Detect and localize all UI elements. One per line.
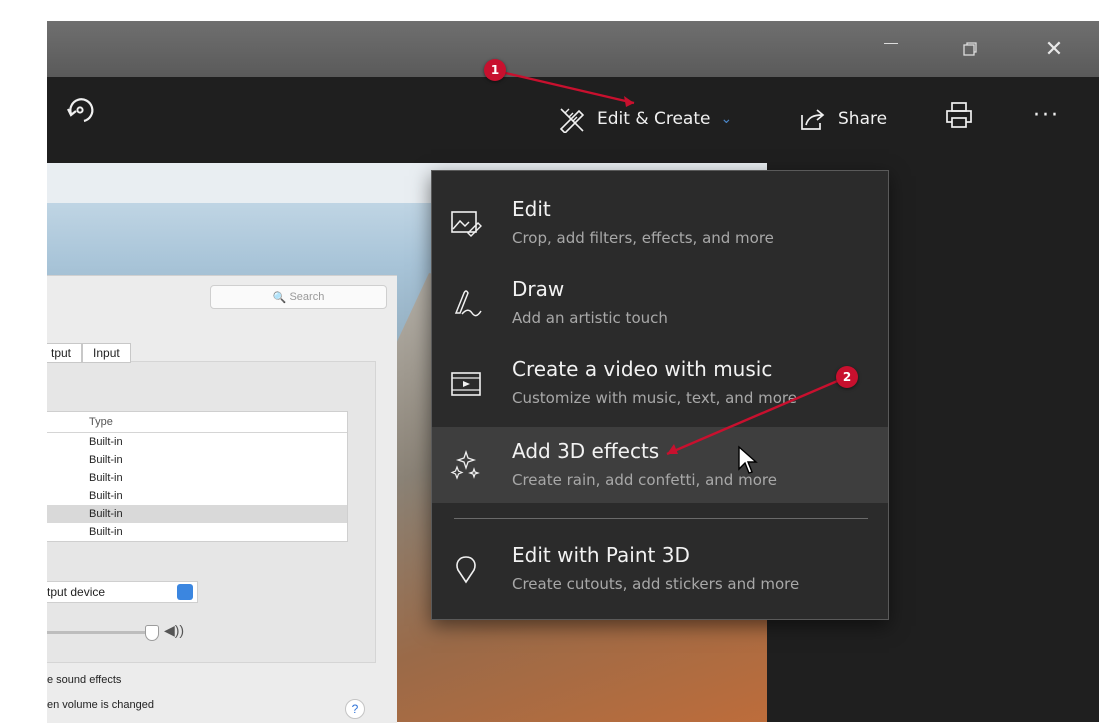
menu-item-title: Edit with Paint 3D bbox=[512, 543, 690, 567]
tab-input[interactable]: Input bbox=[82, 343, 131, 363]
sound-tabs: tput Input bbox=[47, 343, 131, 363]
restore-button[interactable] bbox=[942, 21, 998, 77]
more-options-button[interactable]: ··· bbox=[1033, 100, 1060, 130]
edit-create-menu: Edit Crop, add filters, effects, and mor… bbox=[431, 170, 889, 620]
annotation-badge-2: 2 bbox=[836, 366, 858, 388]
table-row[interactable]: Built-in bbox=[47, 469, 347, 487]
menu-item-edit-paint3d[interactable]: Edit with Paint 3D Create cutouts, add s… bbox=[432, 531, 888, 607]
edit-create-button[interactable]: Edit & Create ⌄ bbox=[557, 104, 732, 134]
print-button[interactable] bbox=[944, 100, 984, 130]
table-row[interactable]: Built-in bbox=[47, 523, 347, 541]
table-row[interactable]: Built-in bbox=[47, 487, 347, 505]
close-button[interactable]: ✕ bbox=[1026, 21, 1082, 77]
annotation-badge-1: 1 bbox=[484, 59, 506, 81]
table-row[interactable]: Built-in bbox=[47, 451, 347, 469]
title-bar: ✕ bbox=[47, 21, 1099, 77]
sound-settings-window: 🔍 Search tput Input Type Built-in Built-… bbox=[47, 275, 397, 723]
menu-item-create-video[interactable]: Create a video with music Customize with… bbox=[432, 345, 888, 421]
help-button[interactable]: ? bbox=[345, 699, 365, 719]
menu-divider bbox=[454, 518, 868, 519]
share-icon bbox=[801, 109, 825, 130]
menu-item-add-3d-effects[interactable]: Add 3D effects Create rain, add confetti… bbox=[432, 427, 888, 503]
select-stepper-icon[interactable] bbox=[177, 584, 193, 600]
table-row-selected[interactable]: Built-in bbox=[47, 505, 347, 523]
menu-item-draw[interactable]: Draw Add an artistic touch bbox=[432, 265, 888, 341]
speaker-icon: ◀)) bbox=[164, 622, 185, 638]
rotate-icon[interactable] bbox=[62, 92, 98, 128]
menu-item-title: Draw bbox=[512, 277, 565, 301]
table-header-type: Type bbox=[47, 412, 347, 433]
more-icon: ··· bbox=[1033, 102, 1060, 128]
edit-create-label: Edit & Create bbox=[597, 109, 711, 129]
restore-icon bbox=[963, 42, 977, 56]
volume-slider-handle[interactable] bbox=[145, 625, 159, 641]
print-icon bbox=[946, 102, 972, 128]
sparkle-3d-icon bbox=[450, 449, 480, 480]
close-icon: ✕ bbox=[1044, 36, 1064, 62]
minimize-button[interactable] bbox=[863, 21, 919, 77]
menu-item-title: Create a video with music bbox=[512, 357, 773, 381]
edit-create-icon bbox=[559, 108, 585, 133]
mouse-cursor-icon bbox=[738, 445, 758, 474]
share-button[interactable]: Share bbox=[800, 104, 887, 134]
menu-item-title: Add 3D effects bbox=[512, 439, 660, 463]
device-select[interactable]: tput device bbox=[47, 581, 198, 603]
draw-pen-icon bbox=[454, 290, 482, 317]
device-table: Type Built-in Built-in Built-in Built-in… bbox=[47, 411, 348, 542]
paint3d-icon bbox=[456, 556, 476, 584]
search-field[interactable]: 🔍 Search bbox=[210, 285, 387, 309]
table-row[interactable]: Built-in bbox=[47, 433, 347, 451]
menu-item-subtitle: Add an artistic touch bbox=[512, 309, 668, 327]
volume-change-label: en volume is changed bbox=[47, 699, 155, 711]
menu-item-edit[interactable]: Edit Crop, add filters, effects, and mor… bbox=[432, 185, 888, 261]
volume-slider-track[interactable] bbox=[47, 631, 147, 634]
menu-item-title: Edit bbox=[512, 197, 551, 221]
menu-item-subtitle: Crop, add filters, effects, and more bbox=[512, 229, 774, 247]
edit-photo-icon bbox=[451, 211, 482, 237]
tab-output[interactable]: tput bbox=[47, 343, 83, 363]
sound-effects-label: e sound effects bbox=[47, 674, 122, 686]
share-label: Share bbox=[838, 109, 888, 129]
menu-item-subtitle: Customize with music, text, and more bbox=[512, 389, 797, 407]
minimize-icon bbox=[884, 42, 898, 44]
search-placeholder: Search bbox=[289, 291, 325, 303]
menu-item-subtitle: Create cutouts, add stickers and more bbox=[512, 575, 800, 593]
video-icon bbox=[451, 372, 481, 396]
chevron-down-icon: ⌄ bbox=[720, 111, 733, 127]
